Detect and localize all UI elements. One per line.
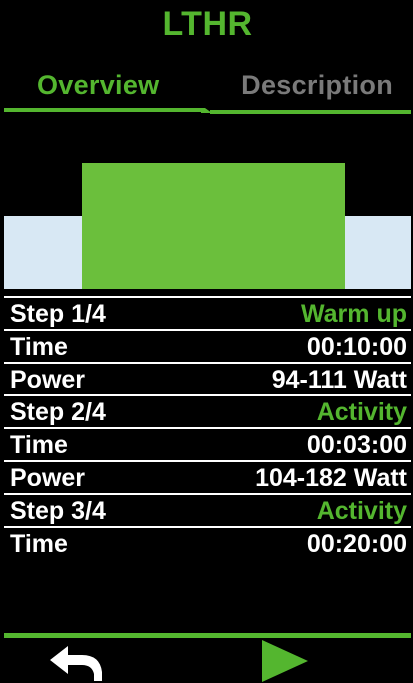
play-icon[interactable]: [260, 640, 310, 682]
time-value: 00:03:00: [306, 431, 407, 460]
step-name: Activity: [316, 398, 407, 427]
power-value: 94-111 Watt: [271, 365, 407, 394]
step-power-row: Power 94-111 Watt: [4, 361, 411, 395]
time-label: Time: [10, 332, 68, 361]
time-value: 00:20:00: [306, 529, 407, 558]
step-label: Step 2/4: [10, 398, 106, 427]
step-row: Step 3/4 Activity: [4, 492, 411, 526]
tab-notch: [201, 108, 212, 113]
time-value: 00:10:00: [306, 332, 407, 361]
step-name: Warm up: [300, 300, 407, 328]
footer-divider: [4, 633, 411, 638]
step-row: Step 2/4 Activity: [4, 394, 411, 427]
tab-description[interactable]: Description: [241, 70, 393, 101]
step-label: Step 1/4: [10, 300, 106, 328]
step-name: Activity: [316, 496, 407, 525]
step-time-row: Time 00:10:00: [4, 328, 411, 362]
power-block: [82, 163, 345, 289]
step-time-row: Time 00:03:00: [4, 427, 411, 460]
workout-graph: [4, 116, 411, 294]
tab-underline-active: [4, 108, 203, 112]
step-time-row: Time 00:20:00: [4, 525, 411, 559]
time-label: Time: [10, 529, 68, 558]
device-screen: LTHR Overview Description Step 1/4 Warm …: [4, 0, 411, 683]
power-label: Power: [10, 365, 86, 394]
step-row: Step 1/4 Warm up: [4, 296, 411, 329]
power-label: Power: [10, 463, 86, 492]
step-list[interactable]: Step 1/4 Warm up Time 00:10:00 Power 94-…: [4, 296, 411, 558]
step-label: Step 3/4: [10, 496, 106, 525]
back-arrow-icon[interactable]: [48, 644, 110, 682]
power-value: 104-182 Watt: [255, 463, 407, 492]
time-label: Time: [10, 431, 68, 460]
page-title: LTHR: [162, 5, 253, 43]
step-power-row: Power 104-182 Watt: [4, 459, 411, 493]
tab-overview[interactable]: Overview: [37, 70, 159, 101]
tab-underline: [210, 110, 411, 114]
